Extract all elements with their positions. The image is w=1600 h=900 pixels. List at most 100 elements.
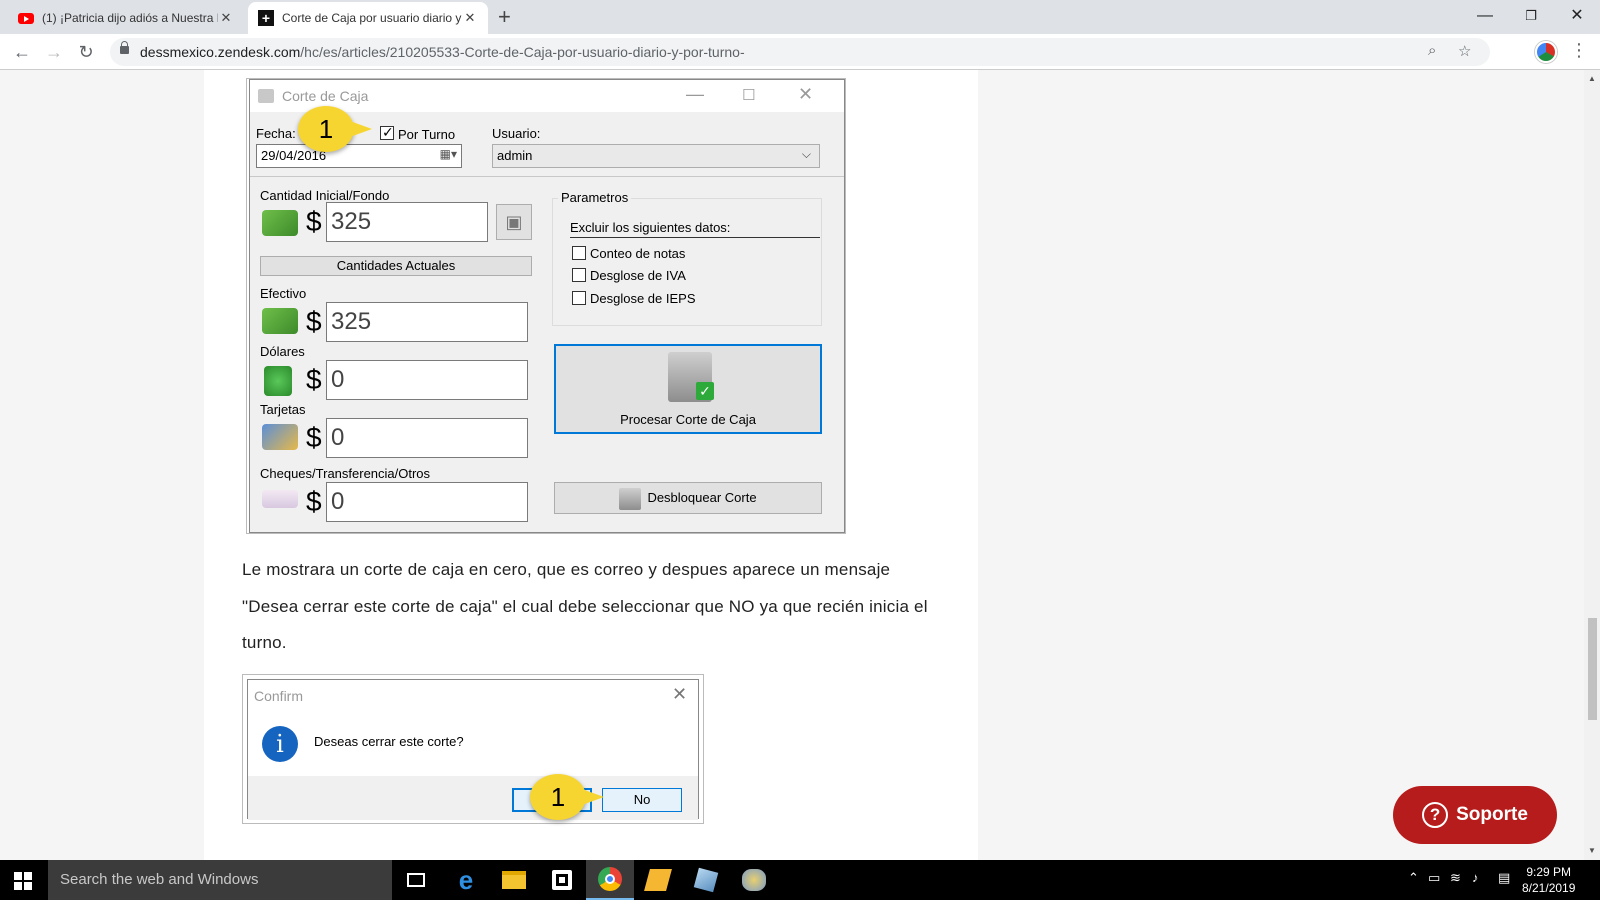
check-icon	[262, 490, 298, 508]
profile-avatar[interactable]	[1535, 41, 1557, 63]
wifi-icon[interactable]: ≋	[1450, 870, 1461, 886]
page-viewport: Corte de Caja — ☐ ✕ Fecha: 29/04/2016 ▦▾…	[0, 70, 1600, 860]
forward-button[interactable]: →	[42, 40, 66, 64]
minimize-button[interactable]: —	[1462, 4, 1508, 28]
soporte-label: Soporte	[1456, 804, 1528, 825]
clock[interactable]: 9:29 PM 8/21/2019	[1522, 864, 1575, 896]
desbloquear-label: Desbloquear Corte	[647, 490, 757, 505]
step-callout: 1	[530, 774, 604, 820]
dolares-label: Dólares	[260, 344, 305, 359]
file-explorer-icon[interactable]	[490, 860, 538, 900]
dollar-coin-icon	[264, 366, 292, 396]
url-host: dessmexico.zendesk.com	[140, 44, 301, 60]
volume-icon[interactable]: ♪	[1472, 870, 1479, 885]
cantidad-inicial-field: 325	[326, 202, 488, 242]
dollar-sign: $	[306, 486, 322, 517]
url-path: /hc/es/articles/210205533-Corte-de-Caja-…	[300, 44, 745, 60]
option-label: Desglose de IEPS	[590, 291, 696, 306]
calendar-icon: ▦▾	[439, 147, 457, 161]
app-icon[interactable]	[730, 860, 778, 900]
tarjetas-field: 0	[326, 418, 528, 458]
corte-de-caja-screenshot: Corte de Caja — ☐ ✕ Fecha: 29/04/2016 ▦▾…	[246, 78, 846, 534]
parametros-label: Parametros	[558, 190, 632, 205]
windows-taskbar: Search the web and Windows e ⌃ ▭ ≋ ♪ ▤ 9…	[0, 860, 1600, 900]
youtube-icon	[18, 12, 34, 24]
credit-card-icon	[262, 424, 298, 450]
excluir-label: Excluir los siguientes datos:	[570, 220, 731, 235]
save-icon: ▣	[496, 204, 532, 240]
dialog-titlebar: Corte de Caja — ☐ ✕	[250, 80, 844, 112]
app-icon[interactable]	[682, 860, 730, 900]
dollar-sign: $	[306, 306, 322, 337]
cantidades-actuales-button: Cantidades Actuales	[260, 256, 532, 276]
store-icon[interactable]	[538, 860, 586, 900]
close-window-button[interactable]: ✕	[1554, 4, 1600, 28]
close-icon: ✕	[798, 84, 814, 104]
battery-icon[interactable]: ▭	[1428, 870, 1440, 886]
cantidad-inicial-label: Cantidad Inicial/Fondo	[260, 188, 390, 203]
chrome-icon[interactable]	[586, 860, 634, 900]
new-tab-button[interactable]: +	[498, 6, 511, 28]
dialog-title: Corte de Caja	[282, 88, 369, 104]
confirm-dialog-screenshot: Confirm ✕ i Deseas cerrar este corte? No…	[242, 674, 704, 824]
parametros-group	[552, 198, 822, 326]
usuario-select: admin ⌵	[492, 144, 820, 168]
tarjetas-label: Tarjetas	[260, 402, 306, 417]
fecha-label: Fecha:	[256, 126, 296, 141]
tab-youtube[interactable]: (1) ¡Patricia dijo adiós a Nuestra B ✕	[8, 2, 244, 34]
zoom-icon[interactable]: ⌕	[1428, 42, 1436, 59]
cheques-label: Cheques/Transferencia/Otros	[260, 466, 431, 481]
close-tab-icon[interactable]: ✕	[218, 10, 234, 26]
cheques-field: 0	[326, 482, 528, 522]
bookmark-star-icon[interactable]: ☆	[1458, 42, 1471, 60]
por-turno-checkbox	[380, 124, 394, 141]
back-button[interactable]: ←	[10, 40, 34, 64]
dollar-sign: $	[306, 364, 322, 395]
lock-icon	[120, 41, 129, 54]
dolares-field: 0	[326, 360, 528, 400]
close-icon: ✕	[672, 684, 688, 704]
page-scrollbar[interactable]: ▲ ▼	[1584, 70, 1600, 860]
soporte-button[interactable]: ? Soporte	[1393, 786, 1557, 844]
close-tab-icon[interactable]: ✕	[462, 10, 478, 26]
clock-time: 9:29 PM	[1526, 865, 1572, 879]
option-label: Conteo de notas	[590, 246, 686, 261]
por-turno-label: Por Turno	[398, 127, 456, 142]
windows-start-icon[interactable]	[14, 872, 32, 890]
maximize-icon: ☐	[742, 87, 756, 104]
tab-title: (1) ¡Patricia dijo adiós a Nuestra B	[42, 11, 218, 25]
restore-button[interactable]: ❐	[1508, 4, 1554, 28]
url-text[interactable]: dessmexico.zendesk.com/hc/es/articles/21…	[140, 44, 745, 60]
help-icon: ?	[1422, 802, 1449, 828]
cash-register-icon	[258, 89, 274, 103]
efectivo-field: 325	[326, 302, 528, 342]
confirm-dialog-window: Confirm ✕ i Deseas cerrar este corte? No…	[247, 679, 699, 820]
address-bar[interactable]: dessmexico.zendesk.com/hc/es/articles/21…	[110, 38, 1490, 66]
action-center-icon[interactable]: ▤	[1498, 870, 1510, 886]
tab-title: Corte de Caja por usuario diario y	[282, 11, 462, 25]
fecha-date-field: 29/04/2016 ▦▾	[256, 144, 462, 168]
chrome-menu-icon[interactable]: ⋮	[1570, 40, 1588, 61]
show-hidden-icons-chevron[interactable]: ⌃	[1408, 870, 1419, 886]
step-callout: 1	[298, 106, 372, 152]
cash-icon	[262, 308, 298, 334]
confirm-title: Confirm	[254, 688, 304, 704]
scroll-down-arrow[interactable]: ▼	[1588, 846, 1596, 855]
scroll-up-arrow[interactable]: ▲	[1588, 74, 1596, 83]
divider	[250, 176, 844, 177]
chevron-down-icon: ⌵	[801, 147, 811, 161]
clock-date: 8/21/2019	[1522, 881, 1576, 895]
scrollbar-thumb[interactable]	[1588, 618, 1597, 720]
desbloquear-corte-button: Desbloquear Corte	[554, 482, 822, 514]
tab-corte-de-caja[interactable]: + Corte de Caja por usuario diario y ✕	[248, 2, 488, 34]
task-view-icon[interactable]	[392, 860, 440, 900]
conteo-notas-checkbox	[572, 246, 586, 260]
edge-icon[interactable]: e	[442, 860, 490, 900]
tab-strip: (1) ¡Patricia dijo adiós a Nuestra B ✕ +…	[0, 0, 1600, 34]
desglose-ieps-checkbox	[572, 291, 586, 305]
taskbar-search-box[interactable]: Search the web and Windows	[48, 860, 392, 900]
confirm-message: Deseas cerrar este corte?	[314, 734, 464, 749]
app-icon[interactable]	[634, 860, 682, 900]
reload-button[interactable]: ↻	[74, 40, 98, 64]
divider	[570, 237, 820, 238]
